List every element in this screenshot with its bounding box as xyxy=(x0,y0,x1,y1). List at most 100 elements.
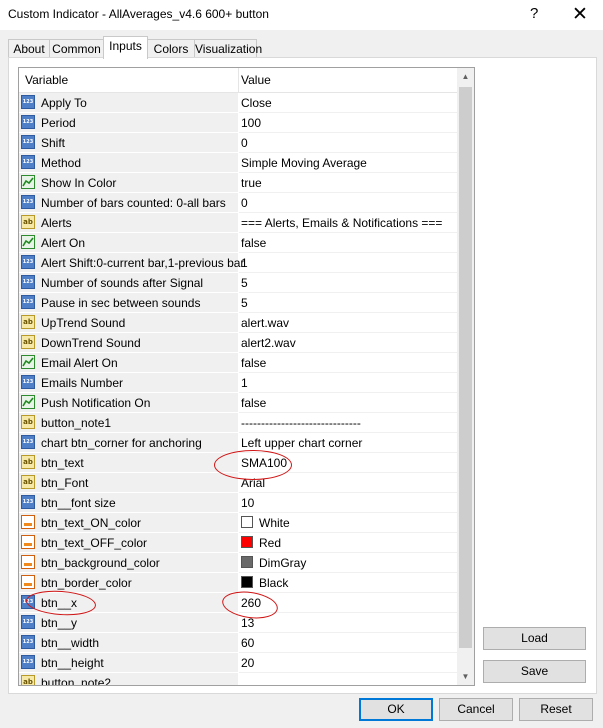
table-row[interactable]: ab button_note2 xyxy=(19,673,457,685)
table-row[interactable]: 123 Number of bars counted: 0-all bars 0 xyxy=(19,193,457,213)
variable-value: 13 xyxy=(241,616,255,630)
save-button[interactable]: Save xyxy=(483,660,586,683)
variable-name: Alert Shift:0-current bar,1-previous bar xyxy=(41,256,245,270)
table-row[interactable]: ab button_note1 --------------------------… xyxy=(19,413,457,433)
table-row[interactable]: Push Notification On false xyxy=(19,393,457,413)
table-row[interactable]: 123 Shift 0 xyxy=(19,133,457,153)
variable-name: Pause in sec between sounds xyxy=(41,296,201,310)
variable-cell: ab btn_Font xyxy=(19,473,238,493)
value-cell[interactable]: DimGray xyxy=(239,553,457,573)
scrollbar-thumb[interactable] xyxy=(459,87,472,648)
value-cell[interactable]: White xyxy=(239,513,457,533)
value-cell[interactable]: true xyxy=(239,173,457,193)
value-cell[interactable]: SMA100 xyxy=(239,453,457,473)
color-type-icon xyxy=(21,555,35,569)
table-row[interactable]: 123 Pause in sec between sounds 5 xyxy=(19,293,457,313)
value-cell[interactable]: 100 xyxy=(239,113,457,133)
value-cell[interactable]: Arial xyxy=(239,473,457,493)
value-cell[interactable]: 0 xyxy=(239,193,457,213)
color-swatch xyxy=(241,536,253,548)
scroll-down-icon[interactable]: ▼ xyxy=(457,668,474,685)
table-row[interactable]: 123 btn__width 60 xyxy=(19,633,457,653)
table-row[interactable]: btn_text_ON_color White xyxy=(19,513,457,533)
reset-button[interactable]: Reset xyxy=(519,698,593,721)
value-cell[interactable]: false xyxy=(239,393,457,413)
variable-value: SMA100 xyxy=(241,456,288,470)
value-cell[interactable]: false xyxy=(239,353,457,373)
value-cell[interactable]: 1 xyxy=(239,373,457,393)
value-cell[interactable]: Left upper chart corner xyxy=(239,433,457,453)
variable-cell: ab btn_text xyxy=(19,453,238,473)
variable-name: Alerts xyxy=(41,216,72,230)
numeric-type-icon: 123 xyxy=(21,135,35,149)
table-row[interactable]: ab btn_text SMA100 xyxy=(19,453,457,473)
variable-name: UpTrend Sound xyxy=(41,316,126,330)
table-row[interactable]: 123 btn__y 13 xyxy=(19,613,457,633)
value-cell[interactable]: 1 xyxy=(239,253,457,273)
variable-cell: btn_text_OFF_color xyxy=(19,533,238,553)
value-cell[interactable]: false xyxy=(239,233,457,253)
load-button[interactable]: Load xyxy=(483,627,586,650)
table-row[interactable]: 123 Alert Shift:0-current bar,1-previous … xyxy=(19,253,457,273)
table-row[interactable]: Show In Color true xyxy=(19,173,457,193)
value-cell[interactable]: Red xyxy=(239,533,457,553)
variable-name: Method xyxy=(41,156,82,170)
table-row[interactable]: 123 Period 100 xyxy=(19,113,457,133)
table-row[interactable]: btn_text_OFF_color Red xyxy=(19,533,457,553)
table-row[interactable]: ab DownTrend Sound alert2.wav xyxy=(19,333,457,353)
table-row[interactable]: 123 chart btn_corner for anchoring Left up… xyxy=(19,433,457,453)
variable-name: Alert On xyxy=(41,236,86,250)
help-icon[interactable]: ? xyxy=(530,5,538,22)
value-cell[interactable]: Close xyxy=(239,93,457,113)
column-separator xyxy=(238,68,239,92)
value-cell[interactable] xyxy=(239,673,457,685)
scroll-up-icon[interactable]: ▲ xyxy=(457,68,474,85)
value-cell[interactable]: 5 xyxy=(239,293,457,313)
value-cell[interactable]: Black xyxy=(239,573,457,593)
table-row[interactable]: ab btn_Font Arial xyxy=(19,473,457,493)
value-cell[interactable]: 0 xyxy=(239,133,457,153)
tab-colors[interactable]: Colors xyxy=(147,39,195,58)
tab-about[interactable]: About xyxy=(8,39,50,58)
close-icon[interactable]: ✕ xyxy=(572,3,588,26)
numeric-type-icon: 123 xyxy=(21,155,35,169)
table-row[interactable]: btn_border_color Black xyxy=(19,573,457,593)
column-header-variable: Variable xyxy=(25,73,69,87)
variable-name: Shift xyxy=(41,136,66,150)
table-row[interactable]: Email Alert On false xyxy=(19,353,457,373)
value-cell[interactable]: === Alerts, Emails & Notifications === xyxy=(239,213,457,233)
variable-cell: Alert On xyxy=(19,233,238,253)
table-row[interactable]: btn_background_color DimGray xyxy=(19,553,457,573)
table-row[interactable]: 123 btn__height 20 xyxy=(19,653,457,673)
value-cell[interactable]: Simple Moving Average xyxy=(239,153,457,173)
ok-button[interactable]: OK xyxy=(359,698,433,721)
table-row[interactable]: Alert On false xyxy=(19,233,457,253)
value-cell[interactable]: 20 xyxy=(239,653,457,673)
value-cell[interactable]: 60 xyxy=(239,633,457,653)
string-type-icon: ab xyxy=(21,335,35,349)
table-row[interactable]: ab Alerts === Alerts, Emails & Notificatio… xyxy=(19,213,457,233)
value-cell[interactable]: 10 xyxy=(239,493,457,513)
table-row[interactable]: 123 Apply To Close xyxy=(19,93,457,113)
value-cell[interactable]: alert.wav xyxy=(239,313,457,333)
value-cell[interactable]: alert2.wav xyxy=(239,333,457,353)
tab-inputs[interactable]: Inputs xyxy=(103,36,148,59)
tab-common[interactable]: Common xyxy=(49,39,104,58)
cancel-button[interactable]: Cancel xyxy=(439,698,513,721)
table-row[interactable]: 123 Number of sounds after Signal 5 xyxy=(19,273,457,293)
value-cell[interactable]: ------------------------------ xyxy=(239,413,457,433)
variable-name: btn_text xyxy=(41,456,84,470)
value-cell[interactable]: 13 xyxy=(239,613,457,633)
vertical-scrollbar[interactable]: ▲ ▼ xyxy=(457,68,474,685)
tab-visualization[interactable]: Visualization xyxy=(194,39,262,58)
table-row[interactable]: ab UpTrend Sound alert.wav xyxy=(19,313,457,333)
value-cell[interactable]: 260 xyxy=(239,593,457,613)
table-row[interactable]: 123 btn__font size 10 xyxy=(19,493,457,513)
table-row[interactable]: 123 Emails Number 1 xyxy=(19,373,457,393)
boolean-type-icon xyxy=(21,395,35,409)
table-row[interactable]: 123 btn__x 260 xyxy=(19,593,457,613)
variable-value: 10 xyxy=(241,496,255,510)
table-row[interactable]: 123 Method Simple Moving Average xyxy=(19,153,457,173)
value-cell[interactable]: 5 xyxy=(239,273,457,293)
variable-value: Red xyxy=(259,536,282,550)
